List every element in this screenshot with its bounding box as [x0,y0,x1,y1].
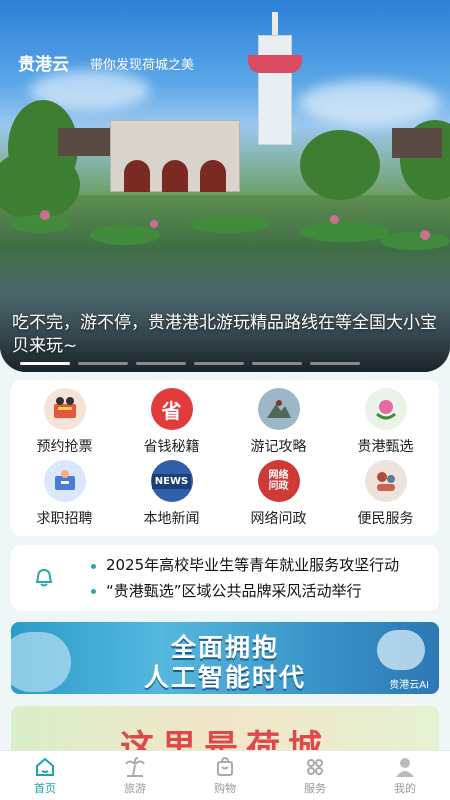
lotus-banner-title: 这里是荷城 [120,728,330,754]
carousel-dot [252,362,302,365]
grid-label: 便民服务 [357,511,414,527]
grid-item-ticket[interactable]: 预约抢票 [11,386,118,458]
travel-notes-icon [257,388,300,430]
notice-board[interactable]: 2025年高校毕业生等青年就业服务攻坚行动 “贵港甄选”区域公共品牌采风活动举行 [11,545,439,611]
grid-item-savings[interactable]: 省 省钱秘籍 [118,386,225,458]
tab-travel[interactable]: 旅游 [90,751,180,800]
ai-banner-subtitle: 人工智能时代 [143,663,306,692]
carousel-dot [310,362,360,365]
savings-icon: 省 [150,388,193,430]
notice-item[interactable]: “贵港甄选”区域公共品牌采风活动举行 [106,580,426,601]
service-grid: 预约抢票 省 省钱秘籍 游记攻略 贵港甄选 求职招聘 NEWS 本地新闻 网络问… [11,380,439,536]
grid-label: 预约抢票 [36,439,93,455]
grid-item-inquiry[interactable]: 网络 问政 网络问政 [225,458,332,530]
tab-label: 购物 [214,781,236,795]
grid-label: 贵港甄选 [357,439,414,455]
hero-banner[interactable]: 贵港云 带你发现荷城之美 吃不完，游不停，贵港港北游玩精品路线在等全国大小宝贝来… [0,0,450,372]
home-icon [36,757,54,776]
profile-icon [396,757,414,777]
tab-label: 服务 [304,781,326,795]
lotus-city-banner[interactable]: 这里是荷城 [11,706,439,754]
carousel-dot [78,362,128,365]
inquiry-icon: 网络 问政 [257,460,300,502]
bottom-tab-bar: 首页 旅游 购物 服务 我的 [0,750,450,800]
grid-item-selection[interactable]: 贵港甄选 [332,386,439,458]
selection-icon [364,388,407,430]
tab-services[interactable]: 服务 [270,751,360,800]
grid-item-travel-notes[interactable]: 游记攻略 [225,386,332,458]
grid-label: 网络问政 [250,511,307,527]
ai-banner-tag: 贵港云AI [389,680,429,691]
job-icon [43,460,86,502]
ai-promo-banner[interactable]: 全面拥抱 人工智能时代 贵港云AI [11,622,439,694]
grid-item-jobs[interactable]: 求职招聘 [11,458,118,530]
carousel-dot [194,362,244,365]
services-grid-icon [307,758,323,775]
grid-label: 省钱秘籍 [143,439,200,455]
tab-label: 旅游 [124,781,146,795]
carousel-dot [136,362,186,365]
carousel-dot [20,362,70,365]
tab-label: 首页 [34,781,56,795]
hero-caption[interactable]: 吃不完，游不停，贵港港北游玩精品路线在等全国大小宝贝来玩~ [12,312,442,358]
shopping-bag-icon [217,756,233,776]
tab-label: 我的 [394,781,416,795]
bell-icon [35,568,53,587]
movie-ticket-icon [43,388,86,430]
grid-label: 游记攻略 [250,439,307,455]
app-slogan: 带你发现荷城之美 [90,58,195,73]
notice-item[interactable]: 2025年高校毕业生等青年就业服务攻坚行动 [106,554,426,575]
grid-item-service[interactable]: 便民服务 [332,458,439,530]
carousel-indicator [20,362,360,365]
service-icon [364,460,407,502]
app-brand: 贵港云 [18,55,69,75]
tab-home[interactable]: 首页 [0,751,90,800]
tab-shopping[interactable]: 购物 [180,751,270,800]
news-icon: NEWS [150,460,193,502]
palm-tree-icon [125,756,145,777]
grid-item-news[interactable]: NEWS 本地新闻 [118,458,225,530]
grid-label: 本地新闻 [143,511,200,527]
tab-profile[interactable]: 我的 [360,751,450,800]
grid-label: 求职招聘 [36,511,93,527]
